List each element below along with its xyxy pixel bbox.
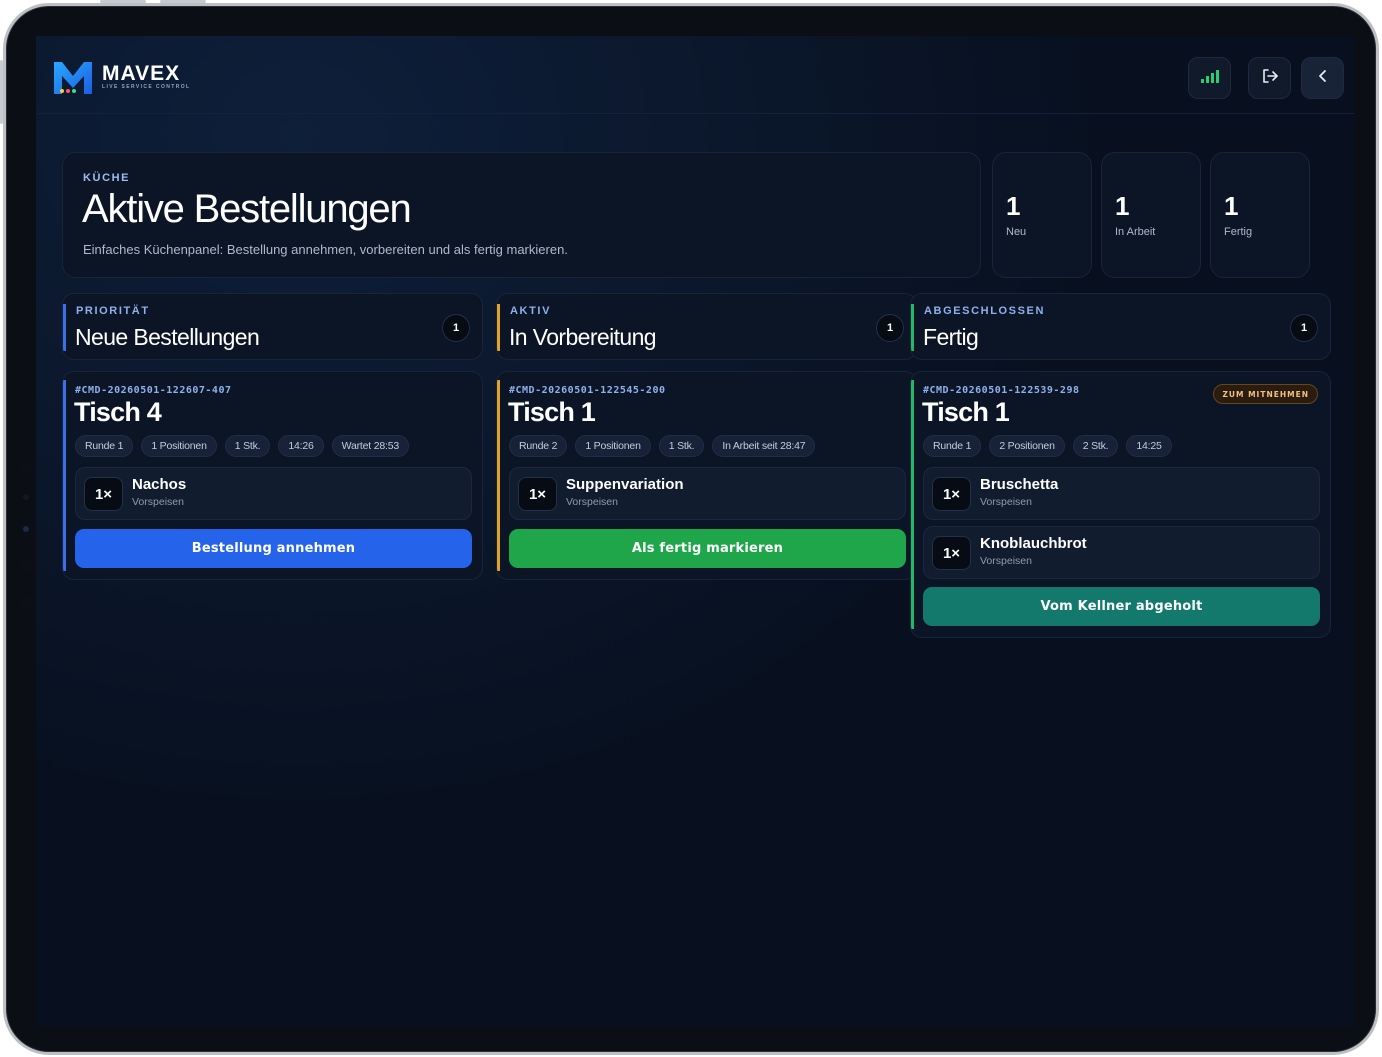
stat-label: In Arbeit <box>1115 226 1156 238</box>
chip-round: Runde 1 <box>75 435 134 457</box>
stat-value: 1 <box>1224 191 1239 221</box>
sensor-dot <box>23 526 29 532</box>
mark-ready-button[interactable]: Als fertig markieren <box>509 529 906 568</box>
camera-dot <box>19 461 33 475</box>
takeaway-badge: ZUM MITNEHMEN <box>1213 384 1318 404</box>
chip-positions: 1 Positionen <box>575 435 651 457</box>
order-item: 1× Suppenvariation Vorspeisen <box>509 467 906 520</box>
page-title: Aktive Bestellungen <box>82 187 412 231</box>
hero-description: Einfaches Küchenpanel: Bestellung annehm… <box>83 242 568 257</box>
item-category: Vorspeisen <box>132 496 184 508</box>
chip-waiting: Wartet 28:53 <box>331 435 409 457</box>
item-category: Vorspeisen <box>980 555 1032 567</box>
chip-time: 14:25 <box>1126 435 1172 457</box>
sensor-dot <box>19 558 33 572</box>
order-item: 1× Nachos Vorspeisen <box>75 467 472 520</box>
column-header-new: PRIORITÄT Neue Bestellungen 1 <box>62 293 483 360</box>
order-code: #CMD-20260501-122607-407 <box>75 385 232 396</box>
logo-subtitle: LIVE SERVICE CONTROL <box>102 84 191 90</box>
chip-round: Runde 1 <box>923 435 982 457</box>
order-table: Tisch 1 <box>508 397 596 427</box>
column-title: Neue Bestellungen <box>75 324 260 350</box>
column-kicker: ABGESCHLOSSEN <box>924 305 1046 317</box>
card-accent-bar <box>63 380 66 571</box>
item-category: Vorspeisen <box>980 496 1032 508</box>
chip-pieces: 2 Stk. <box>1072 435 1119 457</box>
accept-order-button[interactable]: Bestellung annehmen <box>75 529 472 568</box>
column-header-done: ABGESCHLOSSEN Fertig 1 <box>910 293 1331 360</box>
column-accent-bar <box>63 304 66 351</box>
column-header-preparing: AKTIV In Vorbereitung 1 <box>496 293 917 360</box>
top-bar: MAVEX LIVE SERVICE CONTROL <box>36 36 1354 114</box>
order-code: #CMD-20260501-122539-298 <box>923 385 1080 396</box>
sensor-dot <box>19 594 33 608</box>
chip-time: 14:26 <box>278 435 324 457</box>
column-count-badge: 1 <box>1290 314 1318 342</box>
brand-logo[interactable]: MAVEX LIVE SERVICE CONTROL <box>52 60 190 94</box>
picked-up-button[interactable]: Vom Kellner abgeholt <box>923 587 1320 626</box>
order-code: #CMD-20260501-122545-200 <box>509 385 666 396</box>
stat-new: 1 Neu <box>992 152 1092 278</box>
item-quantity: 1× <box>932 536 971 570</box>
item-quantity: 1× <box>932 477 971 511</box>
column-kicker: AKTIV <box>510 305 551 317</box>
order-card: #CMD-20260501-122545-200 Tisch 1 Runde 2… <box>496 371 917 580</box>
chip-positions: 2 Positionen <box>989 435 1065 457</box>
column-kicker: PRIORITÄT <box>76 305 150 317</box>
column-count-badge: 1 <box>876 314 904 342</box>
card-accent-bar <box>497 380 500 571</box>
order-meta-chips: Runde 1 1 Positionen 1 Stk. 14:26 Wartet… <box>75 435 409 457</box>
hero-panel: KÜCHE Aktive Bestellungen Einfaches Küch… <box>62 152 981 278</box>
item-quantity: 1× <box>84 477 123 511</box>
column-title: In Vorbereitung <box>509 324 657 350</box>
stat-in-progress: 1 In Arbeit <box>1101 152 1201 278</box>
stat-done: 1 Fertig <box>1210 152 1310 278</box>
sensor-dot <box>23 494 29 500</box>
stat-value: 1 <box>1006 191 1021 221</box>
hero-kicker: KÜCHE <box>83 172 131 184</box>
chip-round: Runde 2 <box>509 435 568 457</box>
column-accent-bar <box>911 304 914 351</box>
chip-pieces: 1 Stk. <box>224 435 271 457</box>
order-meta-chips: Runde 1 2 Positionen 2 Stk. 14:25 <box>923 435 1172 457</box>
logo-name: MAVEX <box>102 62 181 85</box>
tablet-frame: MAVEX LIVE SERVICE CONTROL KÜCHE Aktive … <box>3 3 1379 1055</box>
order-item: 1× Bruschetta Vorspeisen <box>923 467 1320 520</box>
stat-label: Neu <box>1006 226 1027 238</box>
column-count-badge: 1 <box>442 314 470 342</box>
signal-bars-icon <box>1200 68 1220 89</box>
chip-positions: 1 Positionen <box>141 435 217 457</box>
signal-button[interactable] <box>1188 57 1231 99</box>
item-name: Knoblauchbrot <box>980 535 1087 552</box>
logo-icon <box>52 60 94 94</box>
order-item: 1× Knoblauchbrot Vorspeisen <box>923 526 1320 579</box>
logout-icon <box>1261 67 1279 90</box>
order-table: Tisch 4 <box>74 397 162 427</box>
card-accent-bar <box>911 380 914 629</box>
column-title: Fertig <box>923 324 979 350</box>
order-card: #CMD-20260501-122539-298 ZUM MITNEHMEN T… <box>910 371 1331 638</box>
item-name: Suppenvariation <box>566 476 684 493</box>
stat-label: Fertig <box>1224 226 1253 238</box>
chip-working-since: In Arbeit seit 28:47 <box>712 435 816 457</box>
stat-value: 1 <box>1115 191 1130 221</box>
order-table: Tisch 1 <box>922 397 1010 427</box>
item-name: Nachos <box>132 476 187 493</box>
order-meta-chips: Runde 2 1 Positionen 1 Stk. In Arbeit se… <box>509 435 816 457</box>
chip-pieces: 1 Stk. <box>658 435 705 457</box>
column-accent-bar <box>497 304 500 351</box>
item-category: Vorspeisen <box>566 496 618 508</box>
app-screen: MAVEX LIVE SERVICE CONTROL KÜCHE Aktive … <box>36 36 1354 1026</box>
chevron-left-icon <box>1317 69 1329 88</box>
item-name: Bruschetta <box>980 476 1059 493</box>
item-quantity: 1× <box>518 477 557 511</box>
logout-button[interactable] <box>1248 57 1291 99</box>
order-card: #CMD-20260501-122607-407 Tisch 4 Runde 1… <box>62 371 483 580</box>
back-button[interactable] <box>1301 57 1344 99</box>
